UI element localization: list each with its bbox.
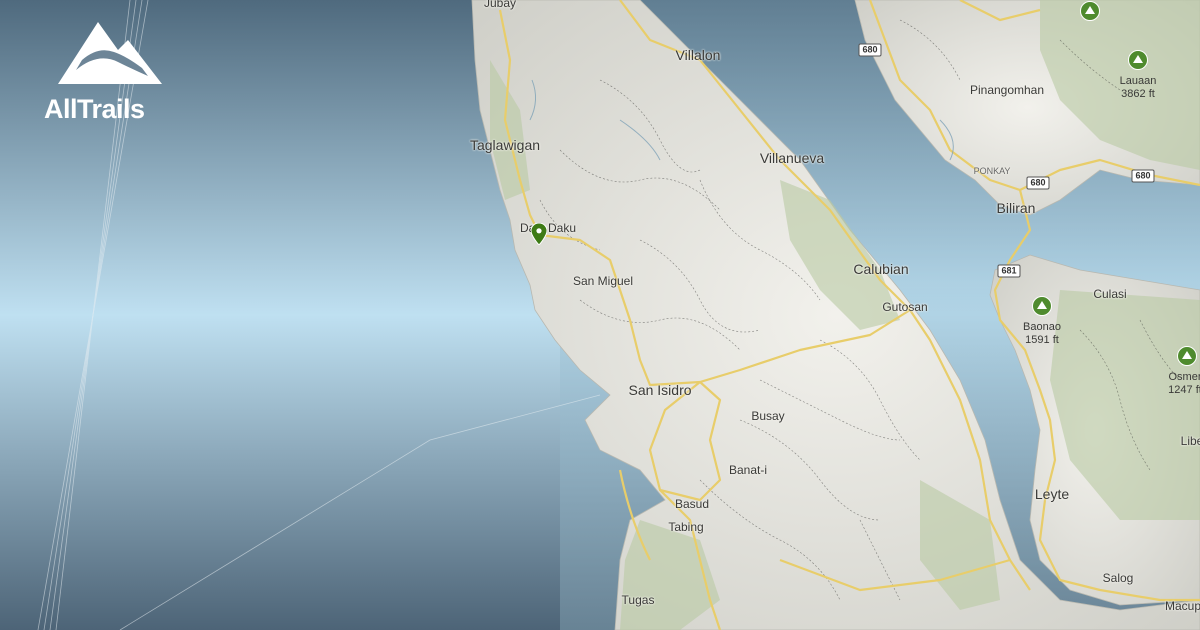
peak-name: Baonao xyxy=(1023,321,1061,333)
road-shield: 680 xyxy=(858,43,882,57)
place-label-taglawigan: Taglawigan xyxy=(469,137,541,153)
road-shield: 681 xyxy=(997,264,1021,278)
peak-icon[interactable] xyxy=(1032,296,1052,316)
place-label-basud: Basud xyxy=(674,497,710,511)
place-label-jubay: Jubay xyxy=(483,0,517,10)
peak-icon[interactable] xyxy=(1177,346,1197,366)
road-shield: 680 xyxy=(1026,176,1050,190)
place-label-libe: Libe xyxy=(1180,434,1200,448)
peak-elevation: 1591 ft xyxy=(1025,334,1059,346)
place-label-ponkay: PONKAY xyxy=(973,166,1011,176)
place-label-busay: Busay xyxy=(751,409,785,423)
place-label-biliran: Biliran xyxy=(996,200,1036,216)
place-label-tugas: Tugas xyxy=(621,593,655,607)
place-label-leyte: Leyte xyxy=(1034,486,1070,502)
peak-icon[interactable] xyxy=(1128,50,1148,70)
place-label-dala-daku: Dala Daku xyxy=(519,221,577,235)
peak-name: Osmer xyxy=(1168,371,1200,383)
peak-elevation: 1247 ft xyxy=(1168,384,1200,396)
peak-label-baonao: Baonao 1591 ft xyxy=(1023,321,1061,347)
mountain-icon xyxy=(58,22,162,84)
place-label-tabing: Tabing xyxy=(668,520,704,534)
place-label-san-miguel: San Miguel xyxy=(572,274,634,288)
place-label-pinangomhan: Pinangomhan xyxy=(969,83,1045,97)
place-label-villalon: Villalon xyxy=(675,47,721,63)
map-pin-icon xyxy=(530,222,548,246)
peak-label-lauaan: Lauaan 3862 ft xyxy=(1120,75,1157,101)
road-shield: 680 xyxy=(1131,169,1155,183)
place-label-san-isidro: San Isidro xyxy=(628,382,692,398)
peak-icon[interactable] xyxy=(1080,1,1100,21)
place-label-villanueva: Villanueva xyxy=(759,150,825,166)
peak-label-osmer: Osmer 1247 ft xyxy=(1168,371,1200,397)
trail-marker[interactable] xyxy=(530,222,548,250)
peak-elevation: 3862 ft xyxy=(1121,88,1155,100)
peak-name: Lauaan xyxy=(1119,75,1157,87)
place-label-macup: Macup xyxy=(1164,599,1200,613)
brand-name: AllTrails xyxy=(44,94,145,124)
place-label-calubian: Calubian xyxy=(853,261,909,277)
place-label-gutosan: Gutosan xyxy=(882,300,928,314)
place-label-salog: Salog xyxy=(1102,571,1134,585)
place-label-culasi: Culasi xyxy=(1093,287,1127,301)
place-label-banat-i: Banat-i xyxy=(728,463,768,477)
